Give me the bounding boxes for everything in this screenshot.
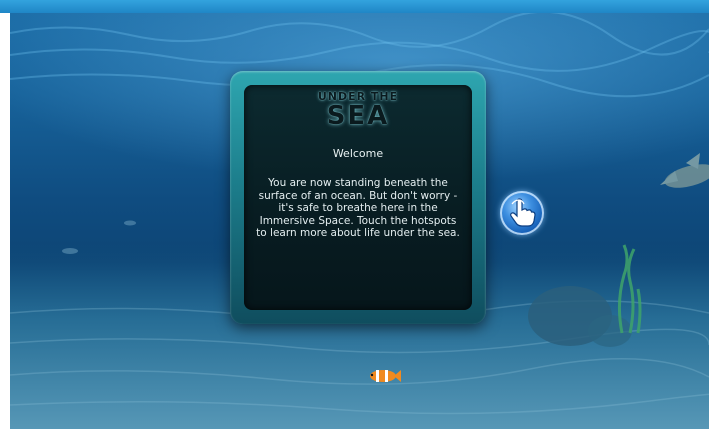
tap-hand-icon [510,198,536,227]
welcome-panel-content: UNDER THE SEA Welcome You are now standi… [244,85,472,310]
bottom-strip [0,429,709,435]
logo-line-2: SEA [326,101,390,131]
top-bar [0,0,709,13]
hotspot-button[interactable] [500,191,544,235]
under-the-sea-logo: UNDER THE SEA [244,91,472,131]
welcome-panel: UNDER THE SEA Welcome You are now standi… [230,71,486,324]
welcome-message: You are now standing beneath the surface… [256,177,460,239]
welcome-title: Welcome [332,147,384,160]
underwater-scene: UNDER THE SEA Welcome You are now standi… [10,13,709,429]
